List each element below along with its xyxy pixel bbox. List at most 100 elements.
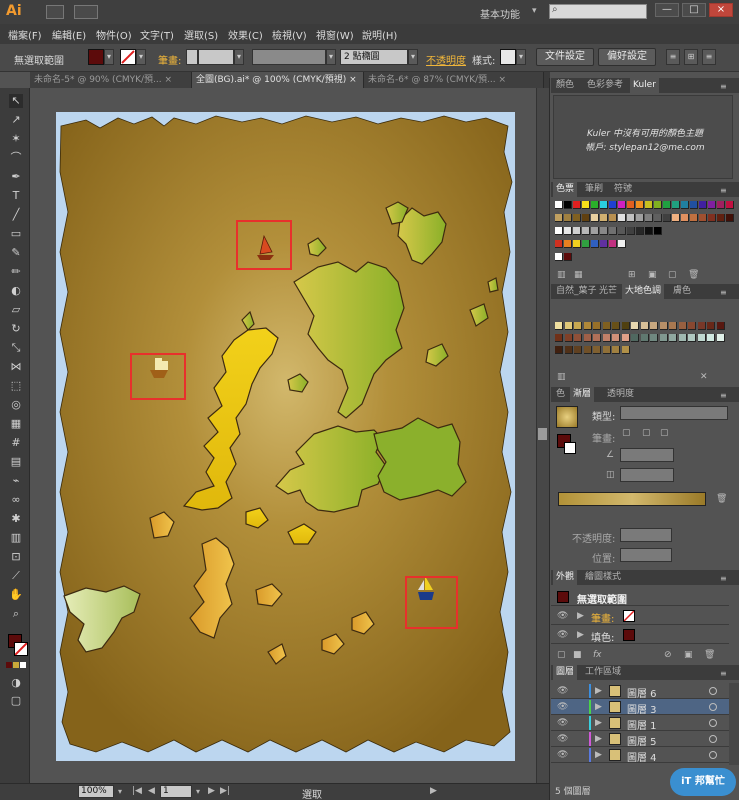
earth-tone-swatch[interactable] xyxy=(593,334,601,342)
paintbrush-tool-icon[interactable]: ✎ xyxy=(9,246,23,260)
earth-tone-swatch[interactable] xyxy=(602,322,611,330)
tab-skin-tones[interactable]: 膚色 xyxy=(670,284,694,299)
gradient-type-select[interactable] xyxy=(620,406,728,420)
swatch-options-icon[interactable]: ⊞ xyxy=(628,270,636,280)
layer-target-icon[interactable] xyxy=(709,703,717,711)
menu-select[interactable]: 選取(S) xyxy=(184,27,218,42)
tab-close-icon[interactable]: × xyxy=(165,75,173,85)
eye-icon[interactable]: 👁 xyxy=(557,630,568,640)
appearance-fill-row[interactable]: 👁 ▶ 填色: xyxy=(551,626,729,644)
menu-edit[interactable]: 編輯(E) xyxy=(52,27,86,42)
brush-definition[interactable]: 2 點橢圓 xyxy=(340,49,408,65)
earth-tone-swatch[interactable] xyxy=(555,346,563,354)
appearance-stroke-label[interactable]: 筆畫: xyxy=(591,610,614,625)
treasure-map-artwork[interactable] xyxy=(56,112,515,761)
transform-icon[interactable]: ⊞ xyxy=(684,49,698,65)
menu-file[interactable]: 檔案(F) xyxy=(8,27,42,42)
color-swatch[interactable] xyxy=(555,201,563,209)
color-swatch[interactable] xyxy=(618,240,626,248)
color-swatch[interactable] xyxy=(636,227,644,235)
symbol-sprayer-tool-icon[interactable]: ✱ xyxy=(9,512,23,526)
earth-tone-swatch[interactable] xyxy=(574,334,582,342)
earth-tone-swatch[interactable] xyxy=(659,322,668,330)
arrange-documents-icon[interactable] xyxy=(74,5,98,19)
eye-icon[interactable]: 👁 xyxy=(557,750,568,760)
tab-close-icon[interactable]: × xyxy=(499,75,507,85)
control-menu-icon[interactable]: ≡ xyxy=(702,49,716,65)
scale-tool-icon[interactable]: ⤡ xyxy=(9,341,23,355)
aspect-ratio-field[interactable] xyxy=(620,468,674,482)
layers-scrollbar[interactable] xyxy=(729,683,739,765)
color-swatch[interactable] xyxy=(645,214,653,222)
tab-layers[interactable]: 圖層 xyxy=(553,665,578,680)
screen-mode-icon[interactable]: ▢ xyxy=(9,694,23,708)
menu-help[interactable]: 說明(H) xyxy=(362,27,397,42)
layer-name[interactable]: 圖層 4 xyxy=(627,749,657,764)
status-menu-icon[interactable]: ▶ xyxy=(430,786,437,796)
library-menu-icon[interactable]: ▥ xyxy=(557,372,566,382)
panel-menu-icon[interactable]: ≡ xyxy=(720,186,727,195)
color-swatch[interactable] xyxy=(600,240,608,248)
color-swatch[interactable] xyxy=(591,227,599,235)
color-swatch[interactable] xyxy=(618,227,626,235)
tab-appearance[interactable]: 外觀 xyxy=(553,570,578,585)
zoom-tool-icon[interactable]: ⌕ xyxy=(9,607,23,621)
tab-color-guide[interactable]: 色彩參考 xyxy=(584,78,626,93)
color-swatch[interactable] xyxy=(636,201,644,209)
color-swatch[interactable] xyxy=(654,227,662,235)
earth-tone-swatch[interactable] xyxy=(555,322,563,330)
artboard-dropdown-icon[interactable]: ▾ xyxy=(196,787,200,796)
earth-tone-swatch[interactable] xyxy=(574,346,582,354)
color-swatch[interactable] xyxy=(555,253,563,261)
close-button[interactable]: × xyxy=(709,3,733,17)
type-tool-icon[interactable]: T xyxy=(9,189,23,203)
tab-untitled-5[interactable]: 未命名-5* @ 90% (CMYK/預... × xyxy=(30,72,192,88)
earth-tone-swatch[interactable] xyxy=(564,334,573,342)
shape-builder-tool-icon[interactable]: ◎ xyxy=(9,398,23,412)
menu-window[interactable]: 視窗(W) xyxy=(316,27,354,42)
eye-icon[interactable]: 👁 xyxy=(557,686,568,696)
earth-tone-swatch[interactable] xyxy=(707,334,715,342)
color-swatch[interactable] xyxy=(645,201,653,209)
draw-normal-icon[interactable]: ◑ xyxy=(9,676,23,690)
earth-tone-swatch[interactable] xyxy=(621,334,630,342)
width-tool-icon[interactable]: ⋈ xyxy=(9,360,23,374)
earth-tone-swatch[interactable] xyxy=(669,334,677,342)
delete-item-icon[interactable]: 🗑 xyxy=(704,650,715,660)
prev-artboard-icon[interactable]: ◀ xyxy=(148,786,155,796)
layer-name[interactable]: 圖層 1 xyxy=(627,717,657,732)
stroke-along-icon[interactable]: ▢ xyxy=(642,428,651,438)
earth-tone-swatch[interactable] xyxy=(688,322,696,330)
color-swatch[interactable] xyxy=(582,214,590,222)
direct-selection-tool-icon[interactable]: ↗ xyxy=(9,113,23,127)
earth-tone-swatch[interactable] xyxy=(688,334,696,342)
disclosure-triangle-icon[interactable]: ▶ xyxy=(595,702,602,712)
tab-symbols[interactable]: 符號 xyxy=(611,182,635,197)
variable-width-profile[interactable] xyxy=(252,49,326,65)
earth-tone-swatch[interactable] xyxy=(574,322,582,330)
minimize-button[interactable]: — xyxy=(655,3,679,17)
gradient-opacity-field[interactable] xyxy=(620,528,672,542)
color-swatch[interactable] xyxy=(663,201,671,209)
color-swatch[interactable] xyxy=(699,214,707,222)
eye-icon[interactable]: 👁 xyxy=(557,718,568,728)
earth-tone-swatch[interactable] xyxy=(602,346,611,354)
preferences-button[interactable]: 偏好設定 xyxy=(598,48,656,66)
lasso-tool-icon[interactable]: ⌒ xyxy=(9,151,23,165)
earth-tone-swatch[interactable] xyxy=(564,346,573,354)
earth-tone-swatch[interactable] xyxy=(564,322,573,330)
scrollbar-thumb[interactable] xyxy=(538,428,547,440)
layer-row[interactable]: 👁 ▶ 圖層 6 xyxy=(551,683,729,700)
disclosure-triangle-icon[interactable]: ▶ xyxy=(595,734,602,744)
color-swatch[interactable] xyxy=(555,240,563,248)
color-swatch[interactable] xyxy=(564,214,572,222)
disclosure-triangle-icon[interactable]: ▶ xyxy=(577,630,584,640)
color-swatch[interactable] xyxy=(717,201,725,209)
tab-graphic-styles[interactable]: 繪圖樣式 xyxy=(582,570,624,585)
tab-kuler[interactable]: Kuler xyxy=(630,78,659,93)
swatch-kinds-icon[interactable]: ▦ xyxy=(574,270,583,280)
panel-menu-icon[interactable]: ≡ xyxy=(720,288,727,297)
color-swatch[interactable] xyxy=(627,214,635,222)
free-transform-tool-icon[interactable]: ⬚ xyxy=(9,379,23,393)
color-swatch[interactable] xyxy=(591,240,599,248)
